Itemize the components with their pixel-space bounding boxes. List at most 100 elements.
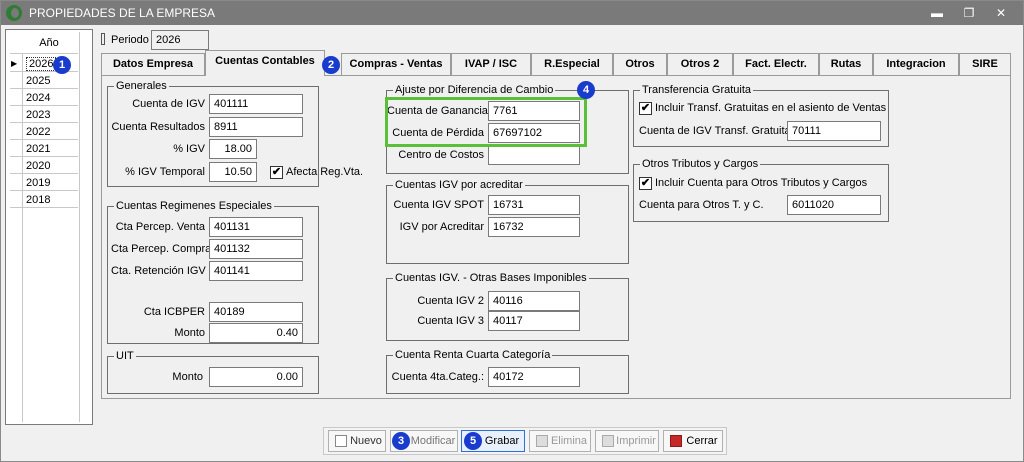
percep-venta-field[interactable]: 401131: [209, 217, 303, 237]
retencion-igv-field[interactable]: 401141: [209, 261, 303, 281]
step-badge-4: 4: [577, 81, 595, 99]
igv-transf-gratuita-label: Cuenta de IGV Transf. Gratuita: [639, 125, 791, 137]
trash-icon: [536, 435, 548, 447]
year-cell: 2020: [26, 160, 51, 172]
year-cell: 2018: [26, 194, 51, 206]
modificar-label: Modificar: [410, 435, 456, 447]
tab-sire[interactable]: SIRE: [959, 53, 1011, 75]
year-cell: 2021: [26, 143, 51, 155]
afecta-reg-vta-label: Afecta Reg.Vta.: [286, 166, 364, 178]
elimina-button[interactable]: Elimina: [529, 430, 591, 452]
minimize-button[interactable]: ▬: [922, 3, 952, 23]
highlight-frame: [385, 97, 587, 147]
printer-icon: [602, 435, 614, 447]
incluir-otros-tributos-label: Incluir Cuenta para Otros Tributos y Car…: [655, 177, 868, 189]
regimenes-title: Cuentas Regimenes Especiales: [114, 200, 274, 213]
incluir-otros-tributos-checkbox[interactable]: ✔: [639, 177, 652, 190]
incluir-transf-checkbox[interactable]: ✔: [639, 102, 652, 115]
renta-label: Cuenta 4ta.Categ.:: [391, 371, 484, 383]
otros-tributos-cuenta-label: Cuenta para Otros T. y C.: [639, 199, 764, 211]
tab-r-especial[interactable]: R.Especial: [531, 53, 613, 75]
year-list-scrollbar[interactable]: [79, 32, 89, 422]
pct-igv-temporal-field[interactable]: 10.50: [209, 162, 257, 182]
incluir-transf-label: Incluir Transf. Gratuitas en el asiento …: [655, 102, 887, 114]
tab-otros-2[interactable]: Otros 2: [667, 53, 733, 75]
cerrar-button[interactable]: Cerrar: [663, 430, 723, 452]
grabar-label: Grabar: [484, 435, 520, 447]
pct-igv-label: % IGV: [173, 143, 205, 155]
maximize-button[interactable]: ❐: [954, 3, 984, 23]
year-cell: 2019: [26, 177, 51, 189]
tab-otros[interactable]: Otros: [613, 53, 667, 75]
cerrar-label: Cerrar: [686, 435, 718, 447]
icbper-field[interactable]: 40189: [209, 302, 303, 322]
year-row[interactable]: 2018: [10, 192, 78, 208]
tab-ivap-isc[interactable]: IVAP / ISC: [451, 53, 531, 75]
cuenta-igv2-label: Cuenta IGV 2: [417, 295, 484, 307]
nuevo-label: Nuevo: [350, 435, 382, 447]
periodo-label: Periodo: [111, 34, 149, 46]
year-list: Año ▶ 2026 2025 2024 2023 2022 2021 2020…: [5, 29, 93, 425]
transferencia-title: Transferencia Gratuita: [640, 84, 754, 97]
step-badge-2: 2: [322, 56, 340, 74]
igv-spot-field[interactable]: 16731: [488, 195, 580, 215]
pct-igv-field[interactable]: 18.00: [209, 139, 257, 159]
renta-field[interactable]: 40172: [488, 367, 580, 387]
year-row[interactable]: 2022: [10, 124, 78, 140]
year-cell: 2024: [26, 92, 51, 104]
igv-spot-label: Cuenta IGV SPOT: [393, 199, 484, 211]
year-row[interactable]: 2020: [10, 158, 78, 174]
imprimir-button[interactable]: Imprimir: [595, 430, 659, 452]
tab-fact-electr[interactable]: Fact. Electr.: [733, 53, 819, 75]
exit-door-icon: [670, 435, 682, 447]
cuenta-igv2-field[interactable]: 40116: [488, 291, 580, 311]
pct-igv-temporal-label: % IGV Temporal: [125, 166, 205, 178]
cuenta-igv3-field[interactable]: 40117: [488, 311, 580, 331]
generales-title: Generales: [114, 80, 169, 93]
igv-transf-gratuita-field[interactable]: 70111: [787, 121, 881, 141]
centro-costos-field[interactable]: [488, 145, 580, 165]
nuevo-button[interactable]: Nuevo: [328, 430, 386, 452]
title-bar: PROPIEDADES DE LA EMPRESA ▬ ❐ ✕: [1, 1, 1023, 25]
close-window-button[interactable]: ✕: [986, 3, 1016, 23]
cuenta-resultados-field[interactable]: 8911: [209, 117, 303, 137]
year-row[interactable]: 2023: [10, 107, 78, 123]
step-badge-5: 5: [464, 432, 482, 450]
monto-icbper-field[interactable]: 0.40: [209, 323, 303, 343]
step-badge-3: 3: [392, 432, 410, 450]
year-row[interactable]: 2021: [10, 141, 78, 157]
percep-venta-label: Cta Percep. Venta: [115, 221, 205, 233]
retencion-igv-label: Cta. Retención IGV: [111, 265, 206, 277]
properties-window: PROPIEDADES DE LA EMPRESA ▬ ❐ ✕ Año ▶ 20…: [0, 0, 1024, 462]
elimina-label: Elimina: [550, 435, 588, 447]
uit-title: UIT: [114, 350, 136, 363]
row-selector-arrow-icon: ▶: [11, 59, 18, 68]
year-header-label: Año: [39, 37, 59, 49]
otros-tributos-cuenta-field[interactable]: 6011020: [787, 195, 881, 215]
tab-datos-empresa[interactable]: Datos Empresa: [101, 53, 205, 75]
uit-monto-field[interactable]: 0.00: [209, 367, 303, 387]
igv-acreditar-title: Cuentas IGV por acreditar: [393, 179, 525, 192]
monto-icbper-label: Monto: [174, 327, 205, 339]
year-list-header: Año: [10, 32, 78, 54]
tab-cuentas-contables[interactable]: Cuentas Contables: [205, 50, 325, 76]
percep-compra-field[interactable]: 401132: [209, 239, 303, 259]
uit-monto-label: Monto: [172, 371, 203, 383]
cuenta-igv-field[interactable]: 401111: [209, 94, 303, 114]
new-document-icon: [335, 435, 347, 447]
year-row[interactable]: 2024: [10, 90, 78, 106]
app-logo-icon: [6, 5, 22, 21]
year-row[interactable]: 2025: [10, 73, 78, 89]
tab-integracion[interactable]: Integracion: [873, 53, 959, 75]
year-row[interactable]: 2019: [10, 175, 78, 191]
tab-compras-ventas[interactable]: Compras - Ventas: [341, 53, 451, 75]
afecta-reg-vta-checkbox[interactable]: ✔: [270, 166, 283, 179]
tab-rutas[interactable]: Rutas: [819, 53, 873, 75]
year-cell: 2022: [26, 126, 51, 138]
percep-compra-label: Cta Percep. Compra: [111, 243, 212, 255]
cuenta-igv3-label: Cuenta IGV 3: [417, 315, 484, 327]
igv-acreditar-field[interactable]: 16732: [488, 217, 580, 237]
imprimir-label: Imprimir: [616, 435, 656, 447]
ajuste-title: Ajuste por Diferencia de Cambio: [393, 84, 556, 97]
otros-tributos-title: Otros Tributos y Cargos: [640, 158, 761, 171]
